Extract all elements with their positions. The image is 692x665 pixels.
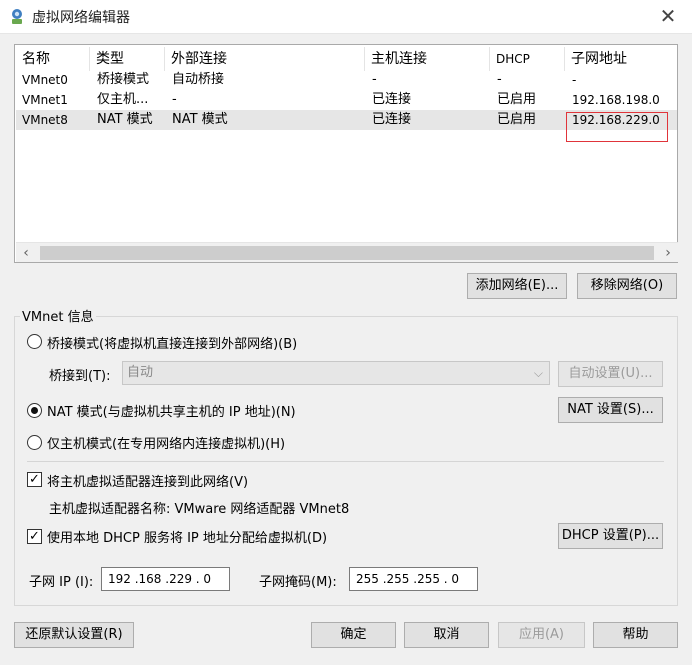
cell-name: VMnet0 bbox=[22, 73, 68, 87]
cell-name: VMnet1 bbox=[22, 93, 68, 107]
cancel-button[interactable]: 取消 bbox=[404, 622, 489, 648]
auto-settings-button[interactable]: 自动设置(U)... bbox=[558, 361, 663, 387]
cell-subnet: - bbox=[572, 73, 577, 87]
cell-name: VMnet8 bbox=[22, 113, 68, 127]
subnet-mask-field[interactable]: 255 .255 .255 . 0 bbox=[349, 567, 478, 591]
table-row[interactable]: VMnet1 仅主机... - 已连接 已启用 192.168.198.0 bbox=[16, 90, 677, 110]
cell-type: 桥接模式 bbox=[97, 72, 150, 87]
bridged-to-select[interactable]: 自动 ⌵ bbox=[122, 361, 550, 385]
cell-dhcp: 已启用 bbox=[497, 92, 537, 107]
vmware-network-icon bbox=[12, 9, 22, 24]
restore-defaults-button[interactable]: 还原默认设置(R) bbox=[14, 622, 134, 648]
cell-type: NAT 模式 bbox=[97, 112, 153, 127]
remove-network-button[interactable]: 移除网络(O) bbox=[577, 273, 677, 299]
close-icon[interactable]: ✕ bbox=[652, 2, 684, 30]
cell-host: - bbox=[372, 72, 377, 87]
ok-button[interactable]: 确定 bbox=[311, 622, 396, 648]
bridged-to-label: 桥接到(T): bbox=[49, 369, 111, 384]
bridged-to-value: 自动 bbox=[127, 365, 154, 380]
column-header-type[interactable]: 类型 bbox=[90, 47, 165, 71]
help-button[interactable]: 帮助 bbox=[593, 622, 678, 648]
cell-host: 已连接 bbox=[372, 112, 412, 127]
nat-settings-button[interactable]: NAT 设置(S)... bbox=[558, 397, 663, 423]
dhcp-settings-button[interactable]: DHCP 设置(P)... bbox=[558, 523, 663, 549]
window-title: 虚拟网络编辑器 bbox=[32, 10, 130, 26]
cell-subnet: 192.168.198.0 bbox=[572, 93, 660, 107]
scrollbar-thumb[interactable] bbox=[40, 246, 654, 260]
chevron-right-icon[interactable]: › bbox=[658, 243, 678, 263]
adapter-name-text: 主机虚拟适配器名称: VMware 网络适配器 VMnet8 bbox=[49, 502, 350, 517]
column-header-subnet[interactable]: 子网地址 bbox=[565, 47, 677, 71]
check-icon: ✓ bbox=[29, 529, 40, 544]
horizontal-scrollbar[interactable]: ‹ › bbox=[16, 242, 678, 262]
apply-button[interactable]: 应用(A) bbox=[498, 622, 585, 648]
add-network-button[interactable]: 添加网络(E)... bbox=[467, 273, 567, 299]
cell-host: 已连接 bbox=[372, 92, 412, 107]
host-only-mode-radio[interactable] bbox=[27, 435, 42, 450]
nat-mode-label[interactable]: NAT 模式(与虚拟机共享主机的 IP 地址)(N) bbox=[47, 401, 296, 420]
chevron-left-icon[interactable]: ‹ bbox=[16, 243, 36, 263]
nat-mode-radio[interactable] bbox=[27, 403, 42, 418]
column-header-external[interactable]: 外部连接 bbox=[165, 47, 365, 71]
connect-adapter-label[interactable]: 将主机虚拟适配器连接到此网络(V) bbox=[47, 471, 248, 490]
cell-dhcp: - bbox=[497, 72, 502, 87]
host-only-mode-label[interactable]: 仅主机模式(在专用网络内连接虚拟机)(H) bbox=[47, 433, 285, 452]
cell-external: NAT 模式 bbox=[172, 112, 228, 127]
cell-external: - bbox=[172, 92, 177, 107]
table-row[interactable]: VMnet0 桥接模式 自动桥接 - - - bbox=[16, 70, 677, 90]
connect-adapter-checkbox[interactable]: ✓ bbox=[27, 472, 42, 487]
bridged-mode-label[interactable]: 桥接模式(将虚拟机直接连接到外部网络)(B) bbox=[47, 333, 297, 352]
vmnet-info-title: VMnet 信息 bbox=[20, 306, 96, 325]
column-header-host[interactable]: 主机连接 bbox=[365, 47, 490, 71]
divider bbox=[27, 461, 664, 462]
subnet-ip-label: 子网 IP (I): bbox=[29, 575, 94, 590]
column-header-dhcp[interactable]: DHCP bbox=[490, 47, 565, 71]
use-dhcp-checkbox[interactable]: ✓ bbox=[27, 529, 42, 544]
check-icon: ✓ bbox=[29, 472, 40, 487]
chevron-down-icon: ⌵ bbox=[533, 366, 543, 380]
cell-type: 仅主机... bbox=[97, 92, 149, 107]
highlight-annotation bbox=[566, 112, 668, 142]
bridged-mode-radio[interactable] bbox=[27, 334, 42, 349]
cell-external: 自动桥接 bbox=[172, 72, 225, 87]
network-table[interactable]: 名称 类型 外部连接 主机连接 DHCP 子网地址 VMnet0 桥接模式 自动… bbox=[14, 44, 678, 263]
subnet-mask-label: 子网掩码(M): bbox=[259, 575, 337, 590]
cell-dhcp: 已启用 bbox=[497, 112, 537, 127]
column-header-name[interactable]: 名称 bbox=[16, 47, 90, 71]
subnet-ip-field[interactable]: 192 .168 .229 . 0 bbox=[101, 567, 230, 591]
title-bar: 虚拟网络编辑器 ✕ bbox=[0, 0, 692, 34]
use-dhcp-label[interactable]: 使用本地 DHCP 服务将 IP 地址分配给虚拟机(D) bbox=[47, 527, 327, 546]
